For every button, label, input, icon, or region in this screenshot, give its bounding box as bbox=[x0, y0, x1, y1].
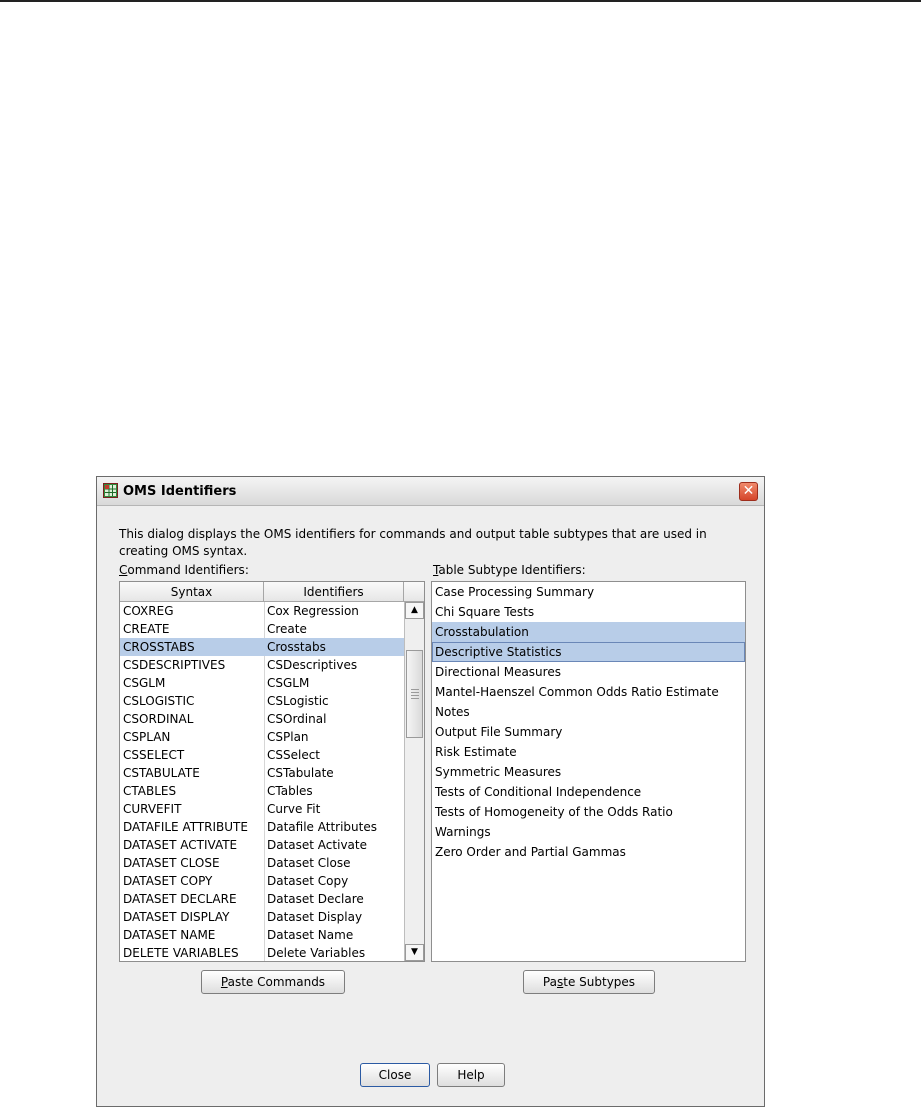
table-row[interactable]: CREATE Create bbox=[120, 620, 405, 638]
list-item[interactable]: Descriptive Statistics bbox=[432, 642, 745, 662]
identifier-cell: Create bbox=[267, 622, 307, 636]
dialog-title: OMS Identifiers bbox=[123, 484, 237, 499]
title-bar[interactable]: OMS Identifiers ✕ bbox=[97, 477, 764, 506]
identifier-cell: CSPlan bbox=[267, 730, 309, 744]
header-corner bbox=[404, 582, 424, 602]
table-row[interactable]: CURVEFIT Curve Fit bbox=[120, 800, 405, 818]
grip-icon bbox=[411, 689, 419, 699]
syntax-cell: CSLOGISTIC bbox=[123, 694, 195, 708]
list-item[interactable]: Notes bbox=[432, 702, 745, 722]
table-row[interactable]: COXREG Cox Regression bbox=[120, 602, 405, 620]
table-row[interactable]: CSLOGISTIC CSLogistic bbox=[120, 692, 405, 710]
syntax-cell: CSORDINAL bbox=[123, 712, 194, 726]
close-button[interactable]: Close bbox=[360, 1063, 430, 1087]
table-row[interactable]: DATASET DISPLAY Dataset Display bbox=[120, 908, 405, 926]
help-button[interactable]: Help bbox=[437, 1063, 505, 1087]
table-row[interactable]: CSTABULATE CSTabulate bbox=[120, 764, 405, 782]
table-row[interactable]: DATASET COPY Dataset Copy bbox=[120, 872, 405, 890]
list-item[interactable]: Symmetric Measures bbox=[432, 762, 745, 782]
table-row[interactable]: CSPLAN CSPlan bbox=[120, 728, 405, 746]
syntax-cell: DELETE VARIABLES bbox=[123, 946, 239, 960]
scrollbar-thumb[interactable] bbox=[406, 650, 423, 738]
identifier-cell: CSOrdinal bbox=[267, 712, 327, 726]
identifier-cell: Curve Fit bbox=[267, 802, 321, 816]
syntax-cell: DATASET NAME bbox=[123, 928, 216, 942]
command-identifiers-label: Command Identifiers: bbox=[119, 563, 249, 577]
identifier-cell: Dataset Declare bbox=[267, 892, 364, 906]
list-item[interactable]: Crosstabulation bbox=[432, 622, 745, 642]
syntax-cell: DATASET DECLARE bbox=[123, 892, 237, 906]
identifier-cell: CSDescriptives bbox=[267, 658, 358, 672]
syntax-cell: COXREG bbox=[123, 604, 174, 618]
command-table-scrollbar[interactable]: ▲ ▼ bbox=[404, 602, 424, 961]
identifier-cell: Dataset Close bbox=[267, 856, 351, 870]
syntax-cell: CSSELECT bbox=[123, 748, 185, 762]
identifier-cell: Datafile Attributes bbox=[267, 820, 377, 834]
paste-subtypes-button[interactable]: Paste Subtypes bbox=[523, 970, 655, 994]
syntax-cell: CSGLM bbox=[123, 676, 166, 690]
syntax-cell: CREATE bbox=[123, 622, 170, 636]
syntax-cell: CSDESCRIPTIVES bbox=[123, 658, 226, 672]
list-item[interactable]: Risk Estimate bbox=[432, 742, 745, 762]
identifier-cell: Dataset Copy bbox=[267, 874, 349, 888]
table-app-icon bbox=[103, 483, 118, 498]
table-row[interactable]: DATAFILE ATTRIBUTE Datafile Attributes bbox=[120, 818, 405, 836]
table-row[interactable]: CSSELECT CSSelect bbox=[120, 746, 405, 764]
close-icon[interactable]: ✕ bbox=[739, 482, 758, 501]
identifier-cell: CSLogistic bbox=[267, 694, 329, 708]
column-header-syntax[interactable]: Syntax bbox=[120, 582, 264, 602]
syntax-cell: CROSSTABS bbox=[123, 640, 195, 654]
syntax-cell: DATASET CLOSE bbox=[123, 856, 220, 870]
list-item[interactable]: Tests of Conditional Independence bbox=[432, 782, 745, 802]
identifier-cell: Delete Variables bbox=[267, 946, 366, 960]
table-row[interactable]: DATASET DECLARE Dataset Declare bbox=[120, 890, 405, 908]
syntax-cell: CURVEFIT bbox=[123, 802, 182, 816]
syntax-cell: CTABLES bbox=[123, 784, 177, 798]
syntax-cell: DATASET DISPLAY bbox=[123, 910, 230, 924]
identifier-cell: CTables bbox=[267, 784, 313, 798]
table-row[interactable]: CROSSTABS Crosstabs bbox=[120, 638, 405, 656]
arrow-down-icon[interactable]: ▼ bbox=[405, 944, 424, 961]
table-row[interactable]: DATASET CLOSE Dataset Close bbox=[120, 854, 405, 872]
identifier-cell: Crosstabs bbox=[267, 640, 326, 654]
identifier-cell: CSTabulate bbox=[267, 766, 334, 780]
command-rows: COXREG Cox Regression CREATE Create CROSSTAB… bbox=[120, 602, 405, 961]
list-item[interactable]: Zero Order and Partial Gammas bbox=[432, 842, 745, 862]
list-item[interactable]: Warnings bbox=[432, 822, 745, 842]
list-item[interactable]: Directional Measures bbox=[432, 662, 745, 682]
identifier-cell: Dataset Display bbox=[267, 910, 363, 924]
table-subtype-identifiers-label: Table Subtype Identifiers: bbox=[433, 563, 586, 577]
table-subtype-list[interactable]: Case Processing Summary Chi Square Tests C… bbox=[431, 581, 746, 962]
command-identifiers-table[interactable]: Syntax Identifiers COXREG Cox Regression C… bbox=[119, 581, 425, 962]
page-top-rule bbox=[0, 0, 921, 2]
paste-commands-button[interactable]: Paste Commands bbox=[201, 970, 345, 994]
table-row[interactable]: DATASET ACTIVATE Dataset Activate bbox=[120, 836, 405, 854]
list-item[interactable]: Mantel-Haenszel Common Odds Ratio Estima… bbox=[432, 682, 745, 702]
list-item[interactable]: Tests of Homogeneity of the Odds Ratio bbox=[432, 802, 745, 822]
table-row[interactable]: CTABLES CTables bbox=[120, 782, 405, 800]
syntax-cell: CSPLAN bbox=[123, 730, 171, 744]
list-item[interactable]: Case Processing Summary bbox=[432, 582, 745, 602]
table-row[interactable]: CSDESCRIPTIVES CSDescriptives bbox=[120, 656, 405, 674]
identifier-cell: Cox Regression bbox=[267, 604, 359, 618]
syntax-cell: DATASET COPY bbox=[123, 874, 213, 888]
identifier-cell: Dataset Name bbox=[267, 928, 354, 942]
list-item[interactable]: Output File Summary bbox=[432, 722, 745, 742]
table-row[interactable]: CSORDINAL CSOrdinal bbox=[120, 710, 405, 728]
column-header-identifiers[interactable]: Identifiers bbox=[264, 582, 404, 602]
table-row[interactable]: CSGLM CSGLM bbox=[120, 674, 405, 692]
identifier-cell: CSGLM bbox=[267, 676, 310, 690]
identifier-cell: CSSelect bbox=[267, 748, 321, 762]
dialog-description: This dialog displays the OMS identifiers… bbox=[119, 527, 707, 558]
syntax-cell: DATASET ACTIVATE bbox=[123, 838, 238, 852]
syntax-cell: CSTABULATE bbox=[123, 766, 200, 780]
syntax-cell: DATAFILE ATTRIBUTE bbox=[123, 820, 248, 834]
list-item[interactable]: Chi Square Tests bbox=[432, 602, 745, 622]
arrow-up-icon[interactable]: ▲ bbox=[405, 602, 424, 619]
identifier-cell: Dataset Activate bbox=[267, 838, 367, 852]
table-row[interactable]: DELETE VARIABLES Delete Variables bbox=[120, 944, 405, 961]
oms-identifiers-dialog: OMS Identifiers ✕ This dialog displays t… bbox=[96, 476, 765, 1107]
table-row[interactable]: DATASET NAME Dataset Name bbox=[120, 926, 405, 944]
